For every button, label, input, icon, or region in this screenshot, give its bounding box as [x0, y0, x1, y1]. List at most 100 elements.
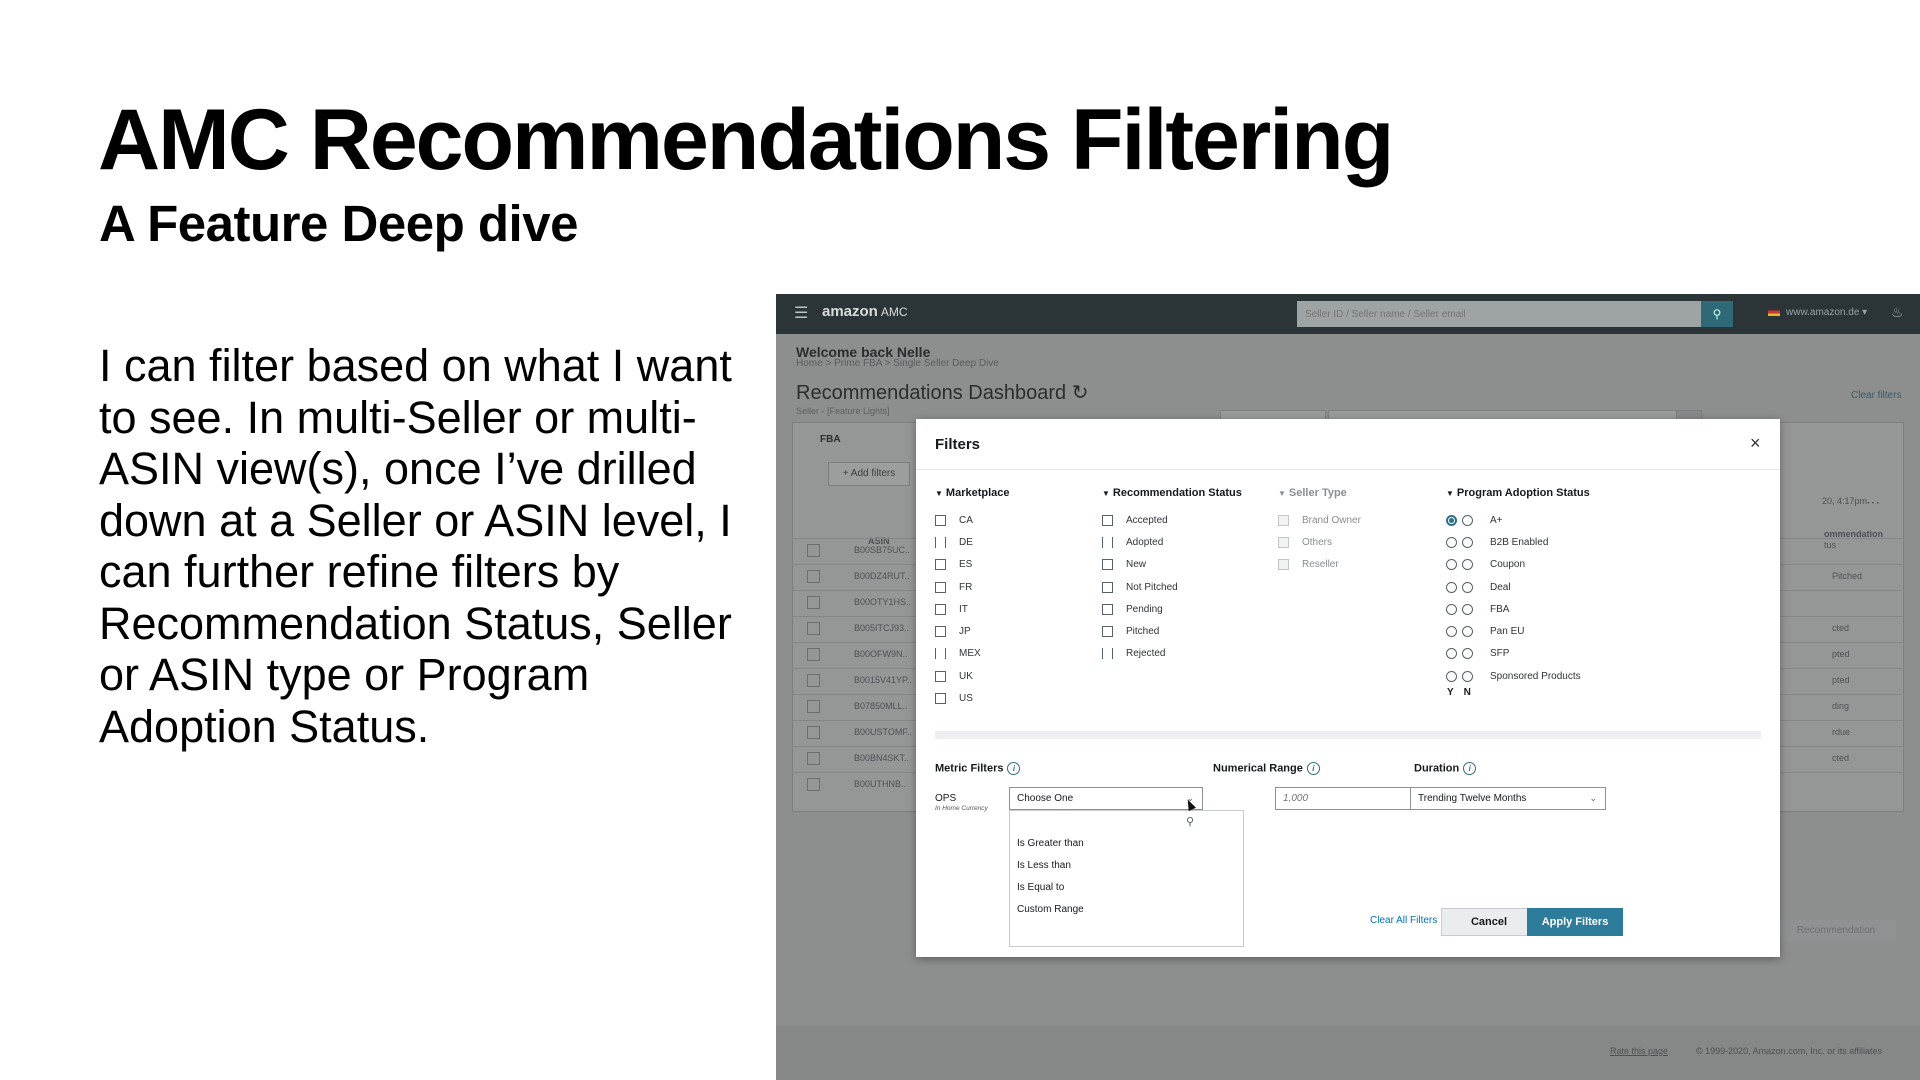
- row-checkbox[interactable]: [807, 752, 820, 765]
- checkbox[interactable]: [935, 603, 946, 615]
- filter-option[interactable]: MEX: [935, 643, 1010, 665]
- dropdown-option[interactable]: Is Less than: [1017, 860, 1071, 871]
- filter-option[interactable]: ES: [935, 554, 1010, 576]
- checkbox[interactable]: [935, 693, 946, 705]
- checkbox[interactable]: [935, 581, 946, 593]
- table-row-asin[interactable]: B00USTOMF..: [854, 727, 912, 737]
- filter-option[interactable]: Not Pitched: [1102, 576, 1242, 598]
- recommendation-status-group-title[interactable]: ▼ Recommendation Status: [1102, 487, 1242, 499]
- table-row-asin[interactable]: B005ITCJ93..: [854, 623, 909, 633]
- no-radio[interactable]: [1462, 581, 1473, 593]
- no-radio[interactable]: [1462, 603, 1473, 615]
- marketplace-group-title[interactable]: ▼ Marketplace: [935, 487, 1010, 499]
- close-icon[interactable]: ×: [1750, 433, 1761, 454]
- yes-radio[interactable]: [1446, 648, 1457, 660]
- checkbox[interactable]: [935, 536, 946, 548]
- duration-select[interactable]: Trending Twelve Months ⌄: [1410, 787, 1606, 810]
- checkbox[interactable]: [1102, 626, 1113, 638]
- filter-option[interactable]: Accepted: [1102, 509, 1242, 531]
- table-row-asin[interactable]: B07850MLL..: [854, 701, 908, 711]
- checkbox[interactable]: [1102, 536, 1113, 548]
- seller-search-input[interactable]: [1297, 301, 1701, 327]
- checkbox[interactable]: [1278, 536, 1289, 548]
- checkbox[interactable]: [1102, 559, 1113, 571]
- checkbox[interactable]: [1102, 581, 1113, 593]
- filter-option[interactable]: UK: [935, 665, 1010, 687]
- dropdown-option[interactable]: Is Equal to: [1017, 882, 1064, 893]
- checkbox[interactable]: [1102, 648, 1113, 660]
- clear-filters-link[interactable]: Clear filters: [1851, 390, 1902, 401]
- filter-option[interactable]: Brand Owner: [1278, 509, 1361, 531]
- row-checkbox[interactable]: [807, 778, 820, 791]
- table-row-asin[interactable]: B00OFW9N..: [854, 649, 908, 659]
- checkbox[interactable]: [935, 626, 946, 638]
- no-radio[interactable]: [1462, 648, 1473, 660]
- store-selector[interactable]: www.amazon.de ▾: [1768, 307, 1867, 318]
- filter-option[interactable]: Adopted: [1102, 531, 1242, 553]
- row-checkbox[interactable]: [807, 570, 820, 583]
- breadcrumb[interactable]: Home > Prime FBA > Single Seller Deep Di…: [796, 358, 999, 369]
- filter-option[interactable]: IT: [935, 598, 1010, 620]
- dropdown-option[interactable]: Is Greater than: [1017, 838, 1084, 849]
- search-icon[interactable]: ⚲: [1186, 815, 1194, 828]
- bell-icon[interactable]: ♨: [1891, 304, 1904, 321]
- filter-option[interactable]: Pending: [1102, 598, 1242, 620]
- filter-option[interactable]: CA: [935, 509, 1010, 531]
- row-checkbox[interactable]: [807, 596, 820, 609]
- operator-select[interactable]: Choose One ⌄: [1009, 787, 1203, 810]
- clear-all-filters-link[interactable]: Clear All Filters: [1370, 915, 1437, 926]
- menu-icon[interactable]: ☰: [794, 306, 808, 322]
- no-radio[interactable]: [1462, 626, 1473, 638]
- tab-fba[interactable]: FBA: [820, 434, 841, 445]
- program-adoption-group-title[interactable]: ▼ Program Adoption Status: [1446, 487, 1590, 499]
- checkbox[interactable]: [935, 670, 946, 682]
- checkbox[interactable]: [1278, 514, 1289, 526]
- filter-option[interactable]: Rejected: [1102, 643, 1242, 665]
- yes-radio[interactable]: [1446, 670, 1457, 682]
- checkbox[interactable]: [935, 514, 946, 526]
- filter-option[interactable]: Reseller: [1278, 554, 1361, 576]
- table-row-asin[interactable]: B00DZ4RUT..: [854, 571, 910, 581]
- filter-option[interactable]: Others: [1278, 531, 1361, 553]
- info-icon[interactable]: i: [1007, 762, 1021, 775]
- table-row-asin[interactable]: B00BN4SKT..: [854, 753, 909, 763]
- row-checkbox[interactable]: [807, 726, 820, 739]
- yes-radio[interactable]: [1446, 626, 1457, 638]
- table-row-asin[interactable]: B00UTHNB..: [854, 779, 906, 789]
- more-options-icon[interactable]: ⋯: [1866, 494, 1880, 511]
- row-checkbox[interactable]: [807, 674, 820, 687]
- search-icon[interactable]: ⚲: [1701, 301, 1733, 327]
- row-checkbox[interactable]: [807, 700, 820, 713]
- rate-page-link[interactable]: Rate this page: [1610, 1046, 1668, 1056]
- filter-option[interactable]: JP: [935, 620, 1010, 642]
- checkbox[interactable]: [1278, 559, 1289, 571]
- checkbox[interactable]: [1102, 603, 1113, 615]
- checkbox[interactable]: [935, 559, 946, 571]
- dropdown-option[interactable]: Custom Range: [1017, 904, 1084, 915]
- checkbox[interactable]: [1102, 514, 1113, 526]
- table-row-asin[interactable]: B00SB75UC..: [854, 545, 910, 555]
- info-icon[interactable]: i: [1306, 762, 1320, 775]
- apply-filters-button[interactable]: Apply Filters: [1527, 908, 1623, 936]
- add-filters-button[interactable]: + Add filters: [828, 462, 910, 486]
- yes-radio[interactable]: [1446, 514, 1457, 526]
- row-checkbox[interactable]: [807, 648, 820, 661]
- filter-option[interactable]: FR: [935, 576, 1010, 598]
- recommendation-button[interactable]: Recommendation: [1776, 920, 1896, 942]
- yes-radio[interactable]: [1446, 536, 1457, 548]
- cancel-button[interactable]: Cancel: [1441, 908, 1537, 936]
- row-checkbox[interactable]: [807, 622, 820, 635]
- checkbox[interactable]: [935, 648, 946, 660]
- table-row-asin[interactable]: B00OTY1HS..: [854, 597, 911, 607]
- table-row-asin[interactable]: B0015V41YP..: [854, 675, 912, 685]
- yes-radio[interactable]: [1446, 559, 1457, 571]
- filter-option[interactable]: New: [1102, 554, 1242, 576]
- info-icon[interactable]: i: [1463, 762, 1477, 775]
- filter-option[interactable]: Pitched: [1102, 620, 1242, 642]
- yes-radio[interactable]: [1446, 603, 1457, 615]
- row-checkbox[interactable]: [807, 544, 820, 557]
- filter-option[interactable]: DE: [935, 531, 1010, 553]
- filter-option[interactable]: US: [935, 687, 1010, 709]
- no-radio[interactable]: [1462, 514, 1473, 526]
- no-radio[interactable]: [1462, 670, 1473, 682]
